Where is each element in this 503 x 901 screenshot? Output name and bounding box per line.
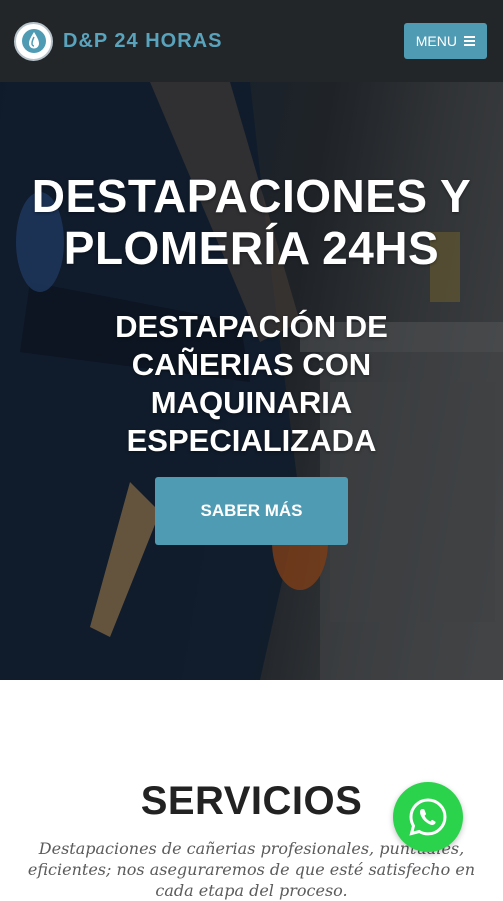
brand-name[interactable]: D&P 24 HORAS — [63, 30, 222, 53]
hero-subtitle: DESTAPACIÓN DE CAÑERIAS CON MAQUINARIA E… — [115, 309, 388, 458]
hero-title: DESTAPACIONES Y PLOMERÍA 24HS — [31, 170, 472, 274]
hero-section: DESTAPACIONES Y PLOMERÍA 24HS DESTAPACIÓ… — [0, 82, 503, 680]
logo[interactable] — [14, 21, 53, 61]
whatsapp-button[interactable] — [393, 782, 463, 852]
saber-mas-button[interactable]: SABER MÁS — [155, 477, 348, 545]
site-header: D&P 24 HORAS MENU — [0, 0, 503, 82]
menu-button[interactable]: MENU — [403, 23, 487, 59]
hamburger-icon — [464, 36, 475, 46]
whatsapp-icon — [409, 798, 447, 836]
water-drop-icon — [21, 29, 46, 53]
hero-content: DESTAPACIONES Y PLOMERÍA 24HS DESTAPACIÓ… — [0, 82, 503, 680]
menu-label: MENU — [415, 33, 457, 49]
brand[interactable]: D&P 24 HORAS — [14, 21, 222, 61]
